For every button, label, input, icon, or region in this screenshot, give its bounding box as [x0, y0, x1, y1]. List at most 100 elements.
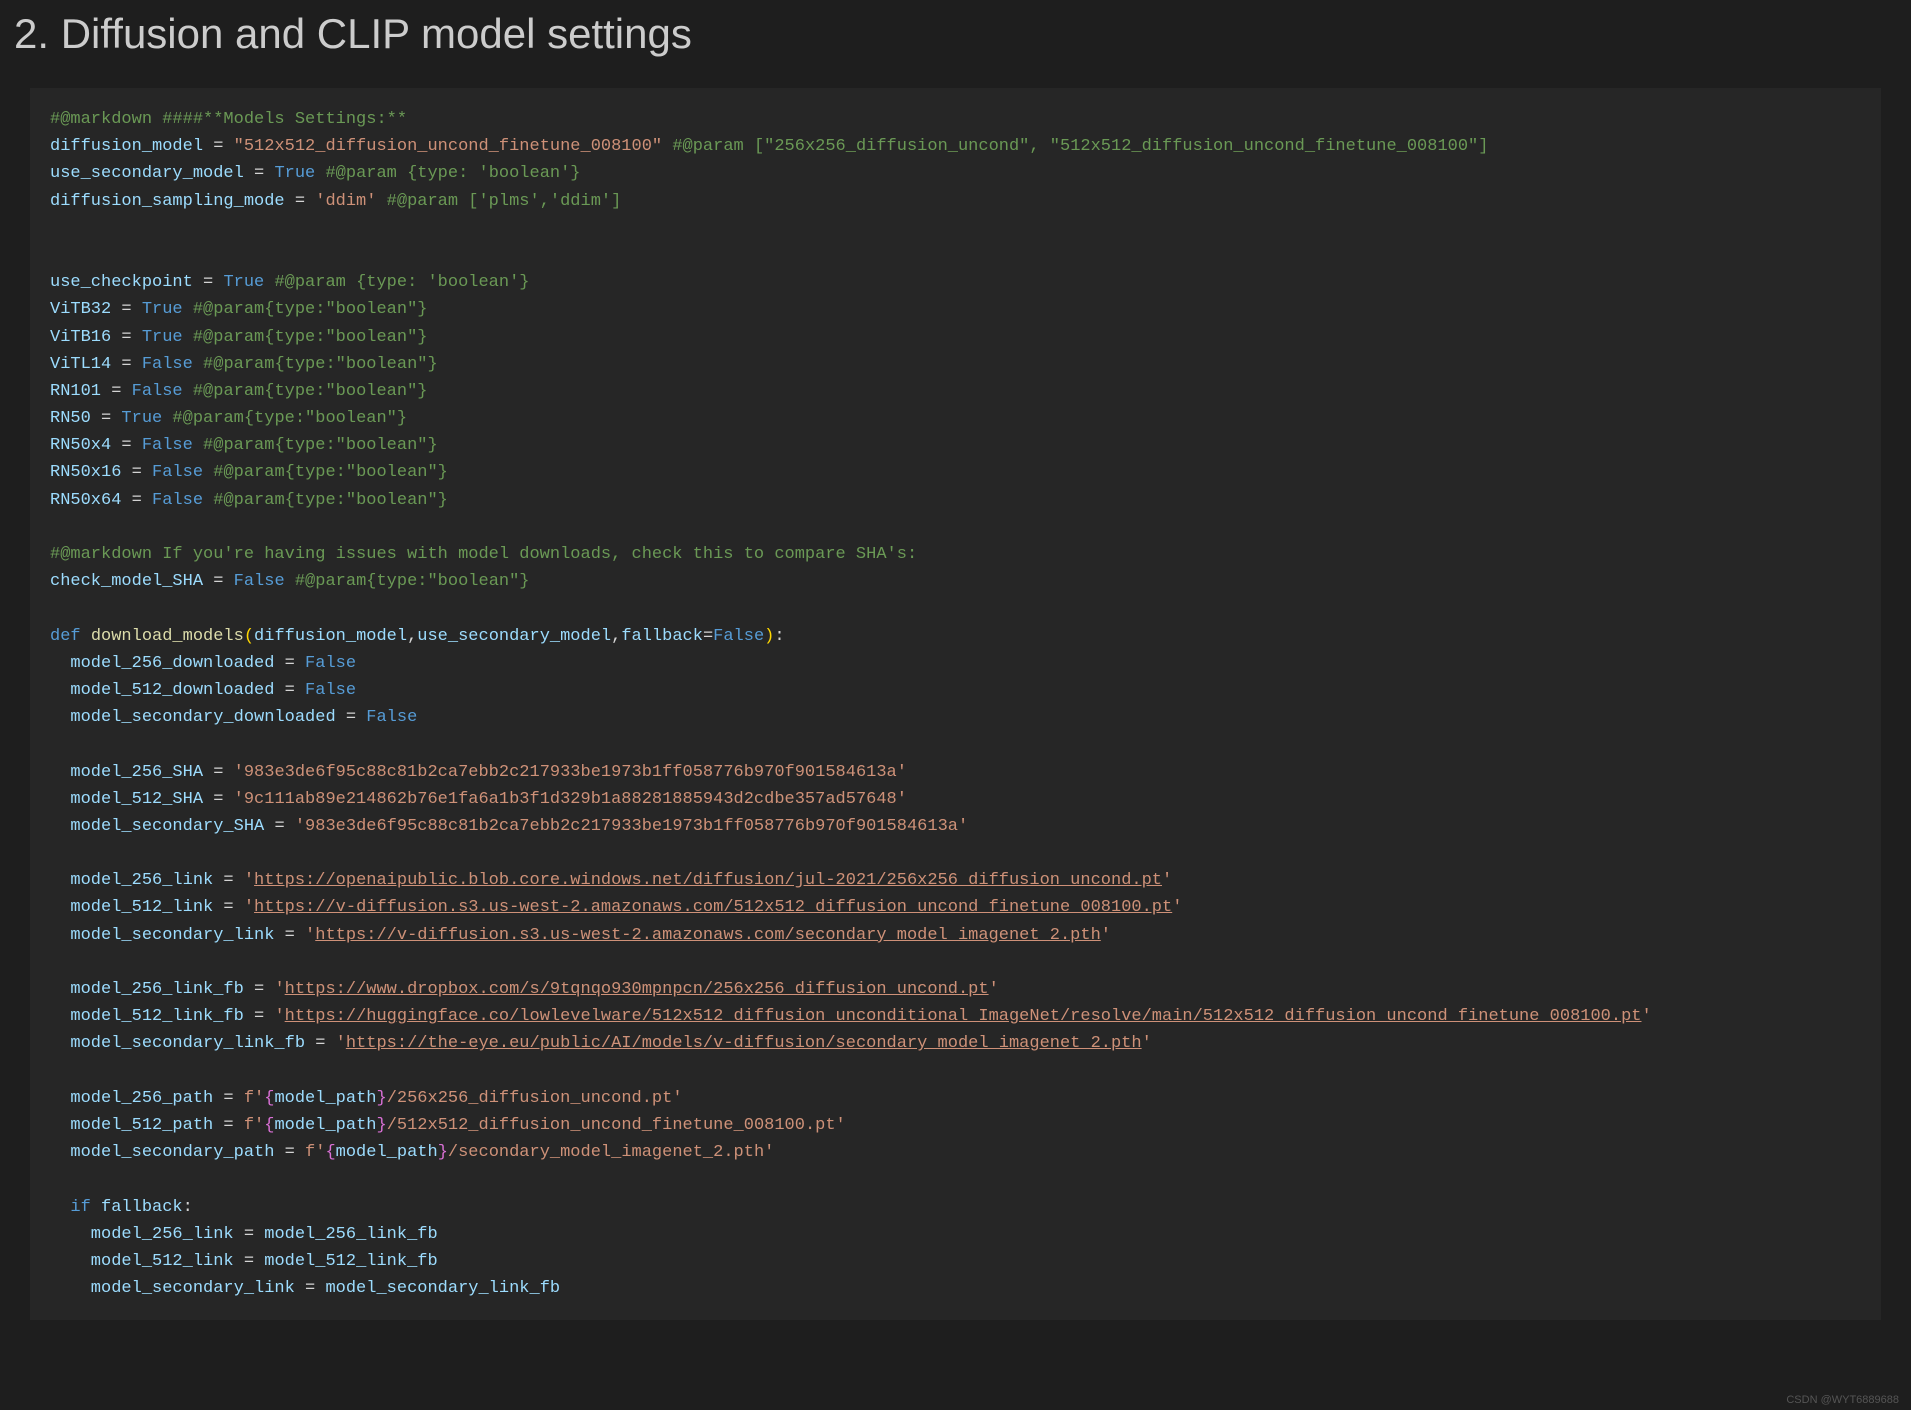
code-comment: #@param{type:"boolean"} — [203, 463, 448, 482]
code-url: https://huggingface.co/lowlevelware/512x… — [285, 1007, 1642, 1026]
code-comment: #@param {type: 'boolean'} — [315, 164, 580, 183]
code-token: = — [203, 137, 234, 156]
code-url: https://v-diffusion.s3.us-west-2.amazona… — [254, 898, 1172, 917]
code-token: model_256_downloaded — [50, 654, 274, 673]
code-token: check_model_SHA — [50, 572, 203, 591]
code-token: model_256_link — [50, 871, 213, 890]
code-bool: True — [223, 273, 264, 292]
code-string: ' — [274, 980, 284, 999]
code-param: fallback — [621, 627, 703, 646]
code-comment: #@param{type:"boolean"} — [285, 572, 530, 591]
code-token: model_path — [274, 1089, 376, 1108]
code-bool: False — [132, 382, 183, 401]
code-token: model_256_link_fb — [50, 980, 244, 999]
code-token: = — [274, 926, 305, 945]
code-string: /secondary_model_imagenet_2.pth' — [448, 1143, 774, 1162]
code-token: model_512_SHA — [50, 790, 203, 809]
code-token: , — [611, 627, 621, 646]
code-bool: False — [366, 708, 417, 727]
code-token: RN50 — [50, 409, 91, 428]
code-token: RN101 — [50, 382, 101, 401]
code-paren: ) — [764, 627, 774, 646]
code-string: ' — [244, 898, 254, 917]
code-string: ' — [336, 1034, 346, 1053]
code-brace: } — [376, 1116, 386, 1135]
code-comment: #@param{type:"boolean"} — [183, 382, 428, 401]
code-paren: ( — [244, 627, 254, 646]
code-brace: { — [264, 1089, 274, 1108]
code-token: model_512_path — [50, 1116, 213, 1135]
code-token: use_checkpoint — [50, 273, 193, 292]
code-url: https://www.dropbox.com/s/9tqnqo930mpnpc… — [285, 980, 989, 999]
code-bool: True — [121, 409, 162, 428]
code-token: = — [203, 572, 234, 591]
watermark: CSDN @WYT6889688 — [1786, 1394, 1899, 1406]
code-bool: True — [274, 164, 315, 183]
code-token: = — [703, 627, 713, 646]
code-token: = — [295, 1279, 326, 1298]
code-token: RN50x64 — [50, 491, 121, 510]
code-string: f' — [244, 1116, 264, 1135]
code-bool: False — [142, 436, 193, 455]
code-comment: #@markdown If you're having issues with … — [50, 545, 917, 564]
code-string: ' — [1641, 1007, 1651, 1026]
code-token: fallback — [91, 1198, 183, 1217]
code-token: = — [274, 681, 305, 700]
code-token: = — [203, 790, 234, 809]
code-token: model_512_link — [50, 1252, 234, 1271]
code-token: = — [234, 1252, 265, 1271]
code-token: = — [111, 436, 142, 455]
code-token: = — [121, 491, 152, 510]
code-token: = — [336, 708, 367, 727]
code-comment: #@param{type:"boolean"} — [162, 409, 407, 428]
code-string: ' — [1101, 926, 1111, 945]
code-bool: False — [305, 681, 356, 700]
code-token: = — [213, 898, 244, 917]
code-brace: { — [325, 1143, 335, 1162]
code-token: model_secondary_link — [50, 1279, 295, 1298]
code-comment: #@param{type:"boolean"} — [183, 300, 428, 319]
code-param: use_secondary_model — [417, 627, 611, 646]
code-token: model_512_link_fb — [264, 1252, 437, 1271]
code-token: , — [407, 627, 417, 646]
code-param: diffusion_model — [254, 627, 407, 646]
code-comment: #@param ['plms','ddim'] — [376, 192, 621, 211]
code-token: model_512_link_fb — [50, 1007, 244, 1026]
code-brace: { — [264, 1116, 274, 1135]
code-token: ViTB32 — [50, 300, 111, 319]
code-bool: False — [142, 355, 193, 374]
code-token: model_256_SHA — [50, 763, 203, 782]
code-keyword: def — [50, 627, 91, 646]
code-string: /256x256_diffusion_uncond.pt' — [387, 1089, 683, 1108]
code-bool: True — [142, 300, 183, 319]
code-token: = — [203, 763, 234, 782]
code-token: = — [111, 300, 142, 319]
code-token: : — [183, 1198, 193, 1217]
code-bool: False — [713, 627, 764, 646]
code-token: = — [213, 1089, 244, 1108]
code-token: = — [213, 871, 244, 890]
code-token: model_512_downloaded — [50, 681, 274, 700]
code-string: '9c111ab89e214862b76e1fa6a1b3f1d329b1a88… — [234, 790, 907, 809]
code-cell[interactable]: #@markdown ####**Models Settings:** diff… — [30, 88, 1881, 1320]
code-string: ' — [1172, 898, 1182, 917]
code-token: = — [274, 1143, 305, 1162]
code-token: RN50x16 — [50, 463, 121, 482]
code-bool: False — [152, 491, 203, 510]
section-heading: 2. Diffusion and CLIP model settings — [0, 0, 1911, 88]
code-token: = — [111, 328, 142, 347]
code-token: use_secondary_model — [50, 164, 244, 183]
code-token: = — [274, 654, 305, 673]
code-token: : — [774, 627, 784, 646]
code-token: model_secondary_path — [50, 1143, 274, 1162]
code-token: model_256_link_fb — [264, 1225, 437, 1244]
code-string: ' — [244, 871, 254, 890]
code-comment: #@param{type:"boolean"} — [193, 355, 438, 374]
code-token: model_secondary_SHA — [50, 817, 264, 836]
code-bool: False — [305, 654, 356, 673]
code-token: diffusion_sampling_mode — [50, 192, 285, 211]
code-brace: } — [376, 1089, 386, 1108]
code-token: model_secondary_link_fb — [50, 1034, 305, 1053]
code-token: ViTB16 — [50, 328, 111, 347]
code-string: f' — [244, 1089, 264, 1108]
